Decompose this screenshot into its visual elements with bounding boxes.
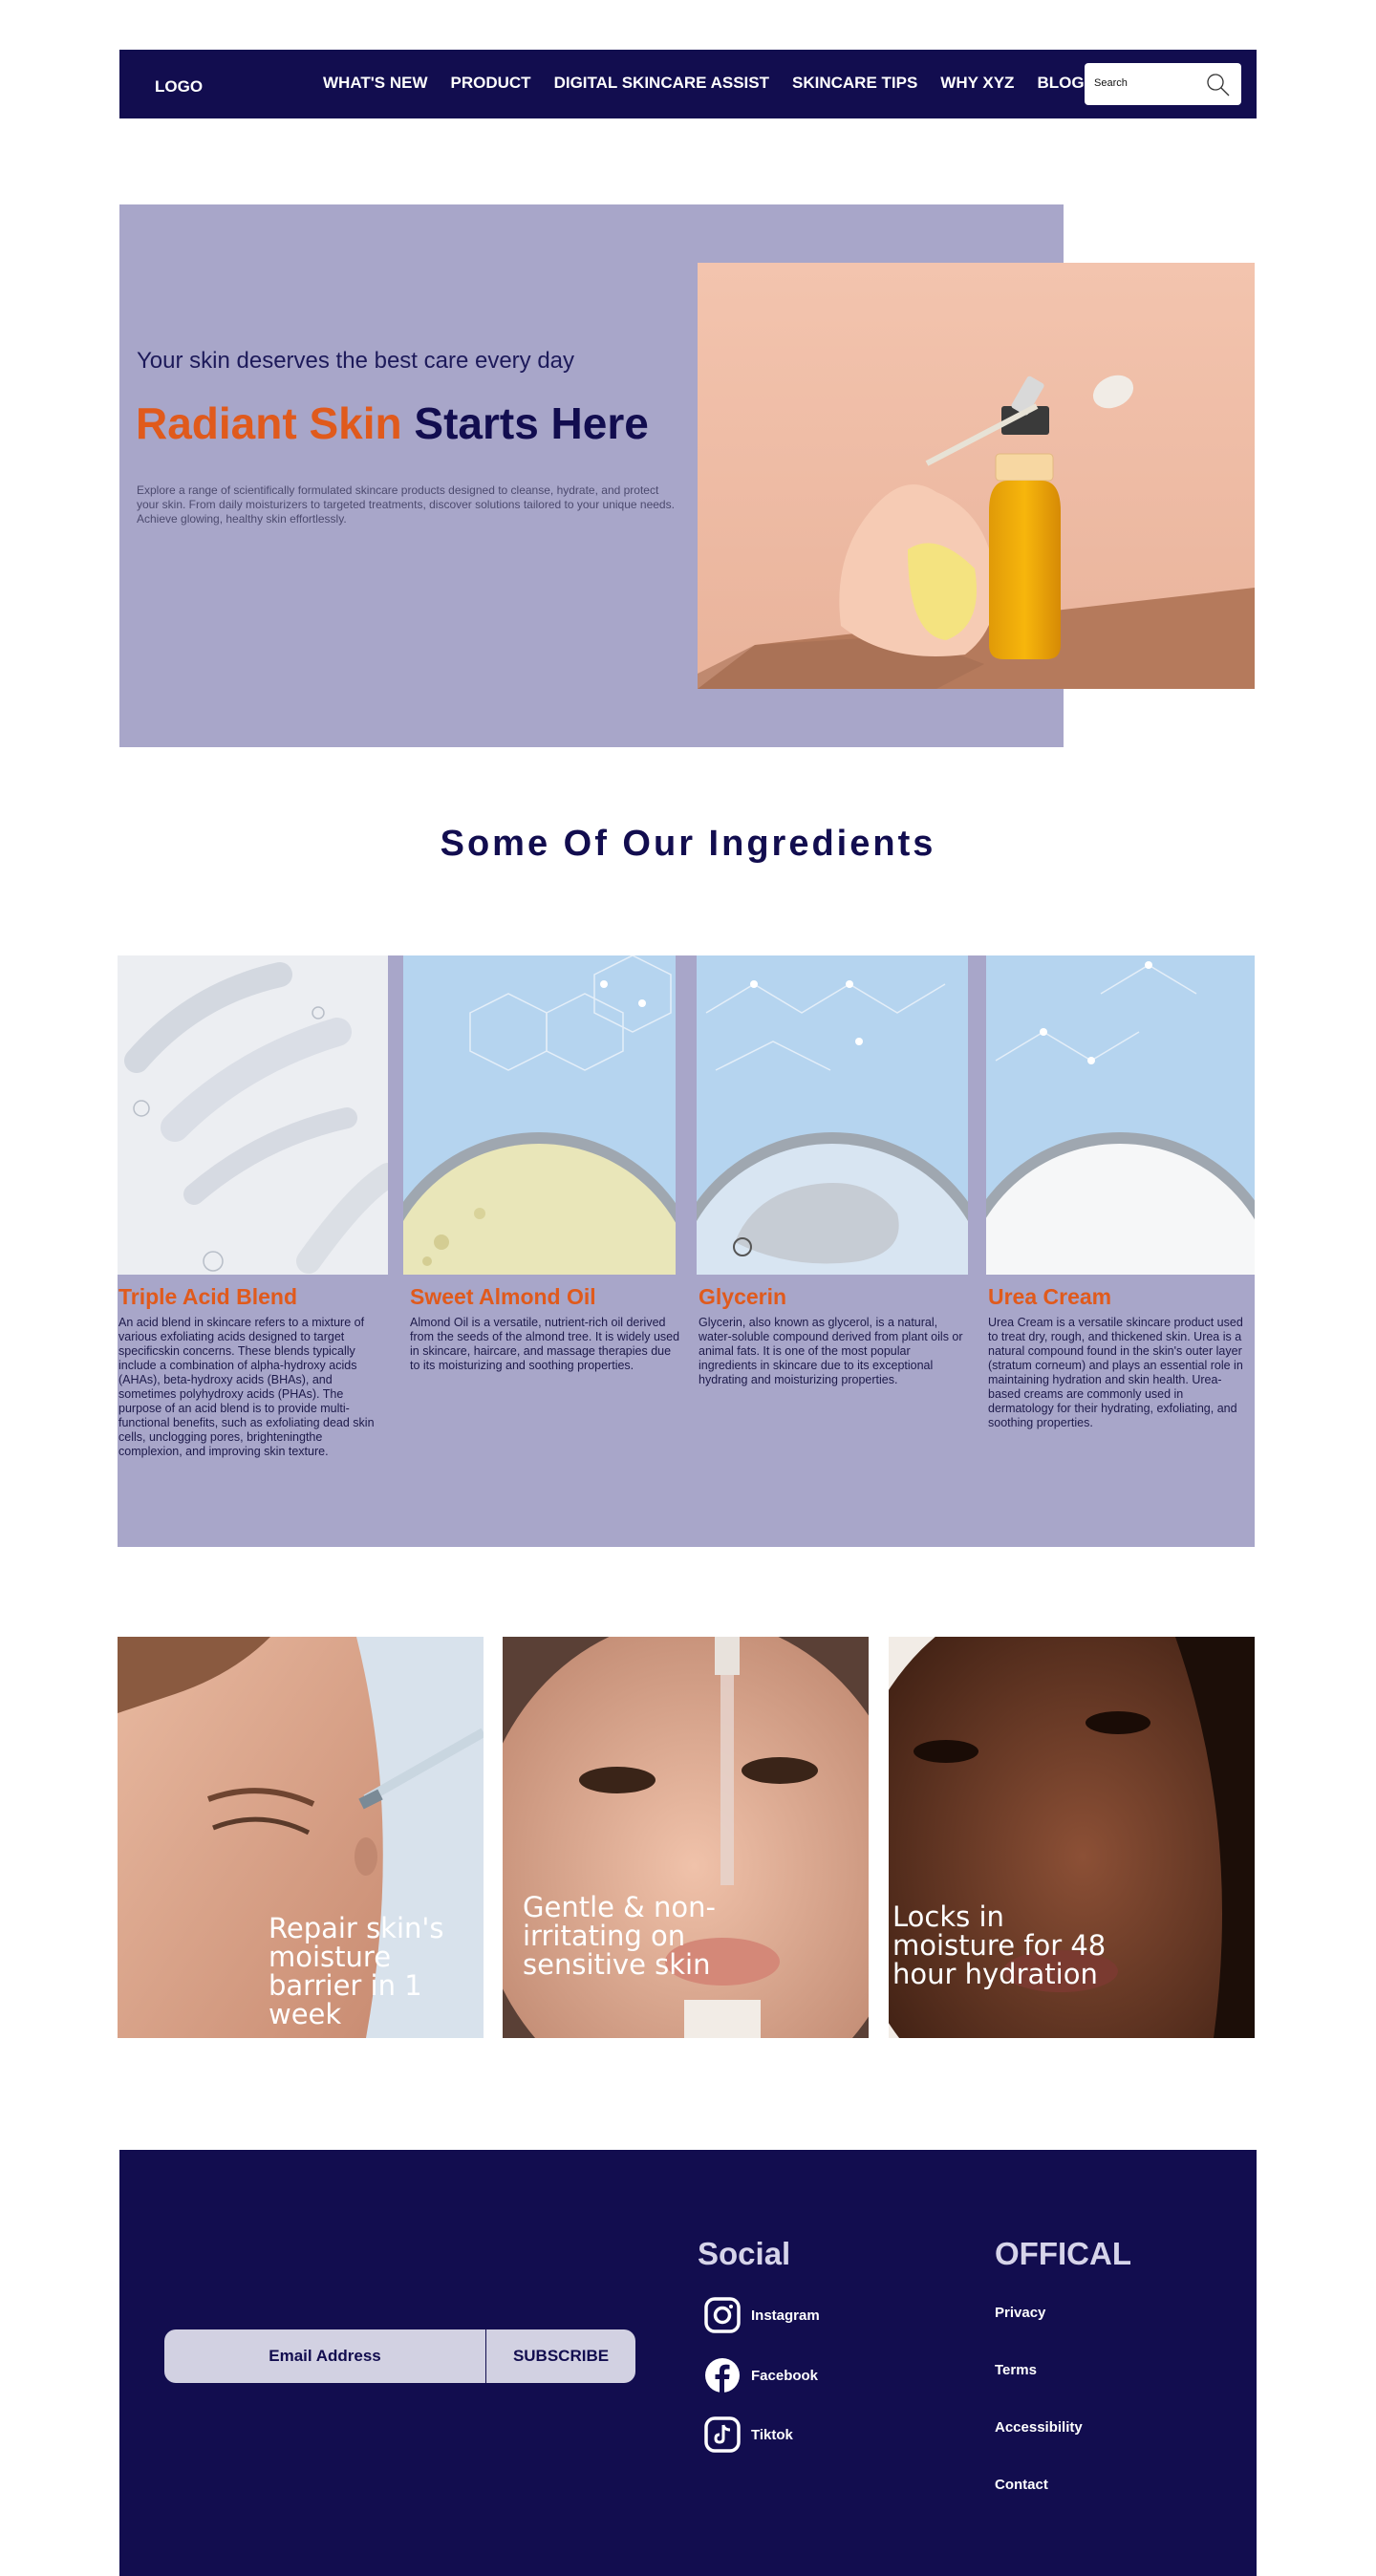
- hero-description: Explore a range of scientifically formul…: [137, 483, 675, 526]
- footer-link-privacy[interactable]: Privacy: [995, 2305, 1045, 2321]
- social-link-instagram[interactable]: Instagram: [703, 2296, 820, 2334]
- footer-link-contact[interactable]: Contact: [995, 2477, 1048, 2493]
- facebook-icon: [705, 2358, 740, 2393]
- ingredients-heading: Some Of Our Ingredients: [440, 824, 936, 864]
- social-label-tiktok: Tiktok: [751, 2426, 793, 2443]
- ingredient-name-almond-oil: Sweet Almond Oil: [410, 1284, 596, 1309]
- logo[interactable]: LOGO: [155, 77, 203, 97]
- promo-text-locks: Locks in moisture for 48 hour hydration: [892, 1900, 1107, 1990]
- ingredient-desc-almond-oil: Almond Oil is a versatile, nutrient-rich…: [410, 1316, 680, 1372]
- ingredient-image-triple-acid: [118, 955, 388, 1275]
- ingredient-image-glycerin: [697, 955, 968, 1275]
- ingredient-desc-glycerin: Glycerin, also known as glycerol, is a n…: [699, 1316, 963, 1386]
- ingredient-desc-urea-cream: Urea Cream is a versatile skincare produ…: [988, 1316, 1243, 1429]
- hero-title-rest: Starts Here: [414, 398, 649, 448]
- search-input[interactable]: [1094, 75, 1199, 92]
- footer-link-terms[interactable]: Terms: [995, 2362, 1037, 2378]
- promo-text-repair: Repair skin's moisture barrier in 1 week: [269, 1912, 444, 2030]
- promo-card-locks[interactable]: Locks in moisture for 48 hour hydration: [889, 1637, 1255, 2038]
- nav-link-product[interactable]: PRODUCT: [451, 74, 531, 93]
- nav-link-skincare-tips[interactable]: SKINCARE TIPS: [792, 74, 917, 93]
- promo-text-gentle: Gentle & non-irritating on sensitive ski…: [523, 1891, 716, 1981]
- promo-card-repair[interactable]: Repair skin's moisture barrier in 1 week: [118, 1637, 484, 2038]
- social-link-facebook[interactable]: Facebook: [703, 2356, 818, 2394]
- hero-title: Radiant Skin Starts Here: [136, 397, 649, 449]
- footer-link-accessibility[interactable]: Accessibility: [995, 2419, 1083, 2436]
- ingredient-desc-triple-acid: An acid blend in skincare refers to a mi…: [118, 1316, 375, 1458]
- nav-link-digital-skincare-assist[interactable]: DIGITAL SKINCARE ASSIST: [554, 74, 769, 93]
- social-label-instagram: Instagram: [751, 2307, 820, 2324]
- ingredient-name-triple-acid: Triple Acid Blend: [118, 1284, 298, 1309]
- hero-serum-image: [698, 263, 1255, 689]
- tiktok-icon: [704, 2416, 741, 2453]
- ingredient-name-glycerin: Glycerin: [699, 1284, 787, 1309]
- hero-title-highlight: Radiant Skin: [136, 398, 402, 448]
- search-icon[interactable]: [1205, 72, 1232, 98]
- nav-links: WHAT'S NEW PRODUCT DIGITAL SKINCARE ASSI…: [323, 74, 1118, 93]
- social-label-facebook: Facebook: [751, 2367, 819, 2384]
- top-nav: LOGO WHAT'S NEW PRODUCT DIGITAL SKINCARE…: [119, 50, 1257, 118]
- hero-tagline: Your skin deserves the best care every d…: [137, 348, 575, 374]
- promo-card-gentle[interactable]: Gentle & non-irritating on sensitive ski…: [503, 1637, 869, 2038]
- ingredient-name-urea-cream: Urea Cream: [988, 1284, 1112, 1309]
- official-heading: OFFICAL: [995, 2236, 1131, 2271]
- ingredient-image-almond-oil: [403, 955, 676, 1275]
- search-box[interactable]: [1085, 63, 1241, 105]
- nav-link-whats-new[interactable]: WHAT'S NEW: [323, 74, 428, 93]
- newsletter-form: SUBSCRIBE: [164, 2329, 635, 2383]
- instagram-icon: [704, 2297, 741, 2333]
- email-input[interactable]: [164, 2329, 485, 2383]
- nav-link-why-xyz[interactable]: WHY XYZ: [940, 74, 1014, 93]
- social-heading: Social: [698, 2236, 791, 2271]
- ingredient-image-urea-cream: [986, 955, 1255, 1275]
- subscribe-button[interactable]: SUBSCRIBE: [486, 2329, 635, 2383]
- social-link-tiktok[interactable]: Tiktok: [703, 2415, 793, 2454]
